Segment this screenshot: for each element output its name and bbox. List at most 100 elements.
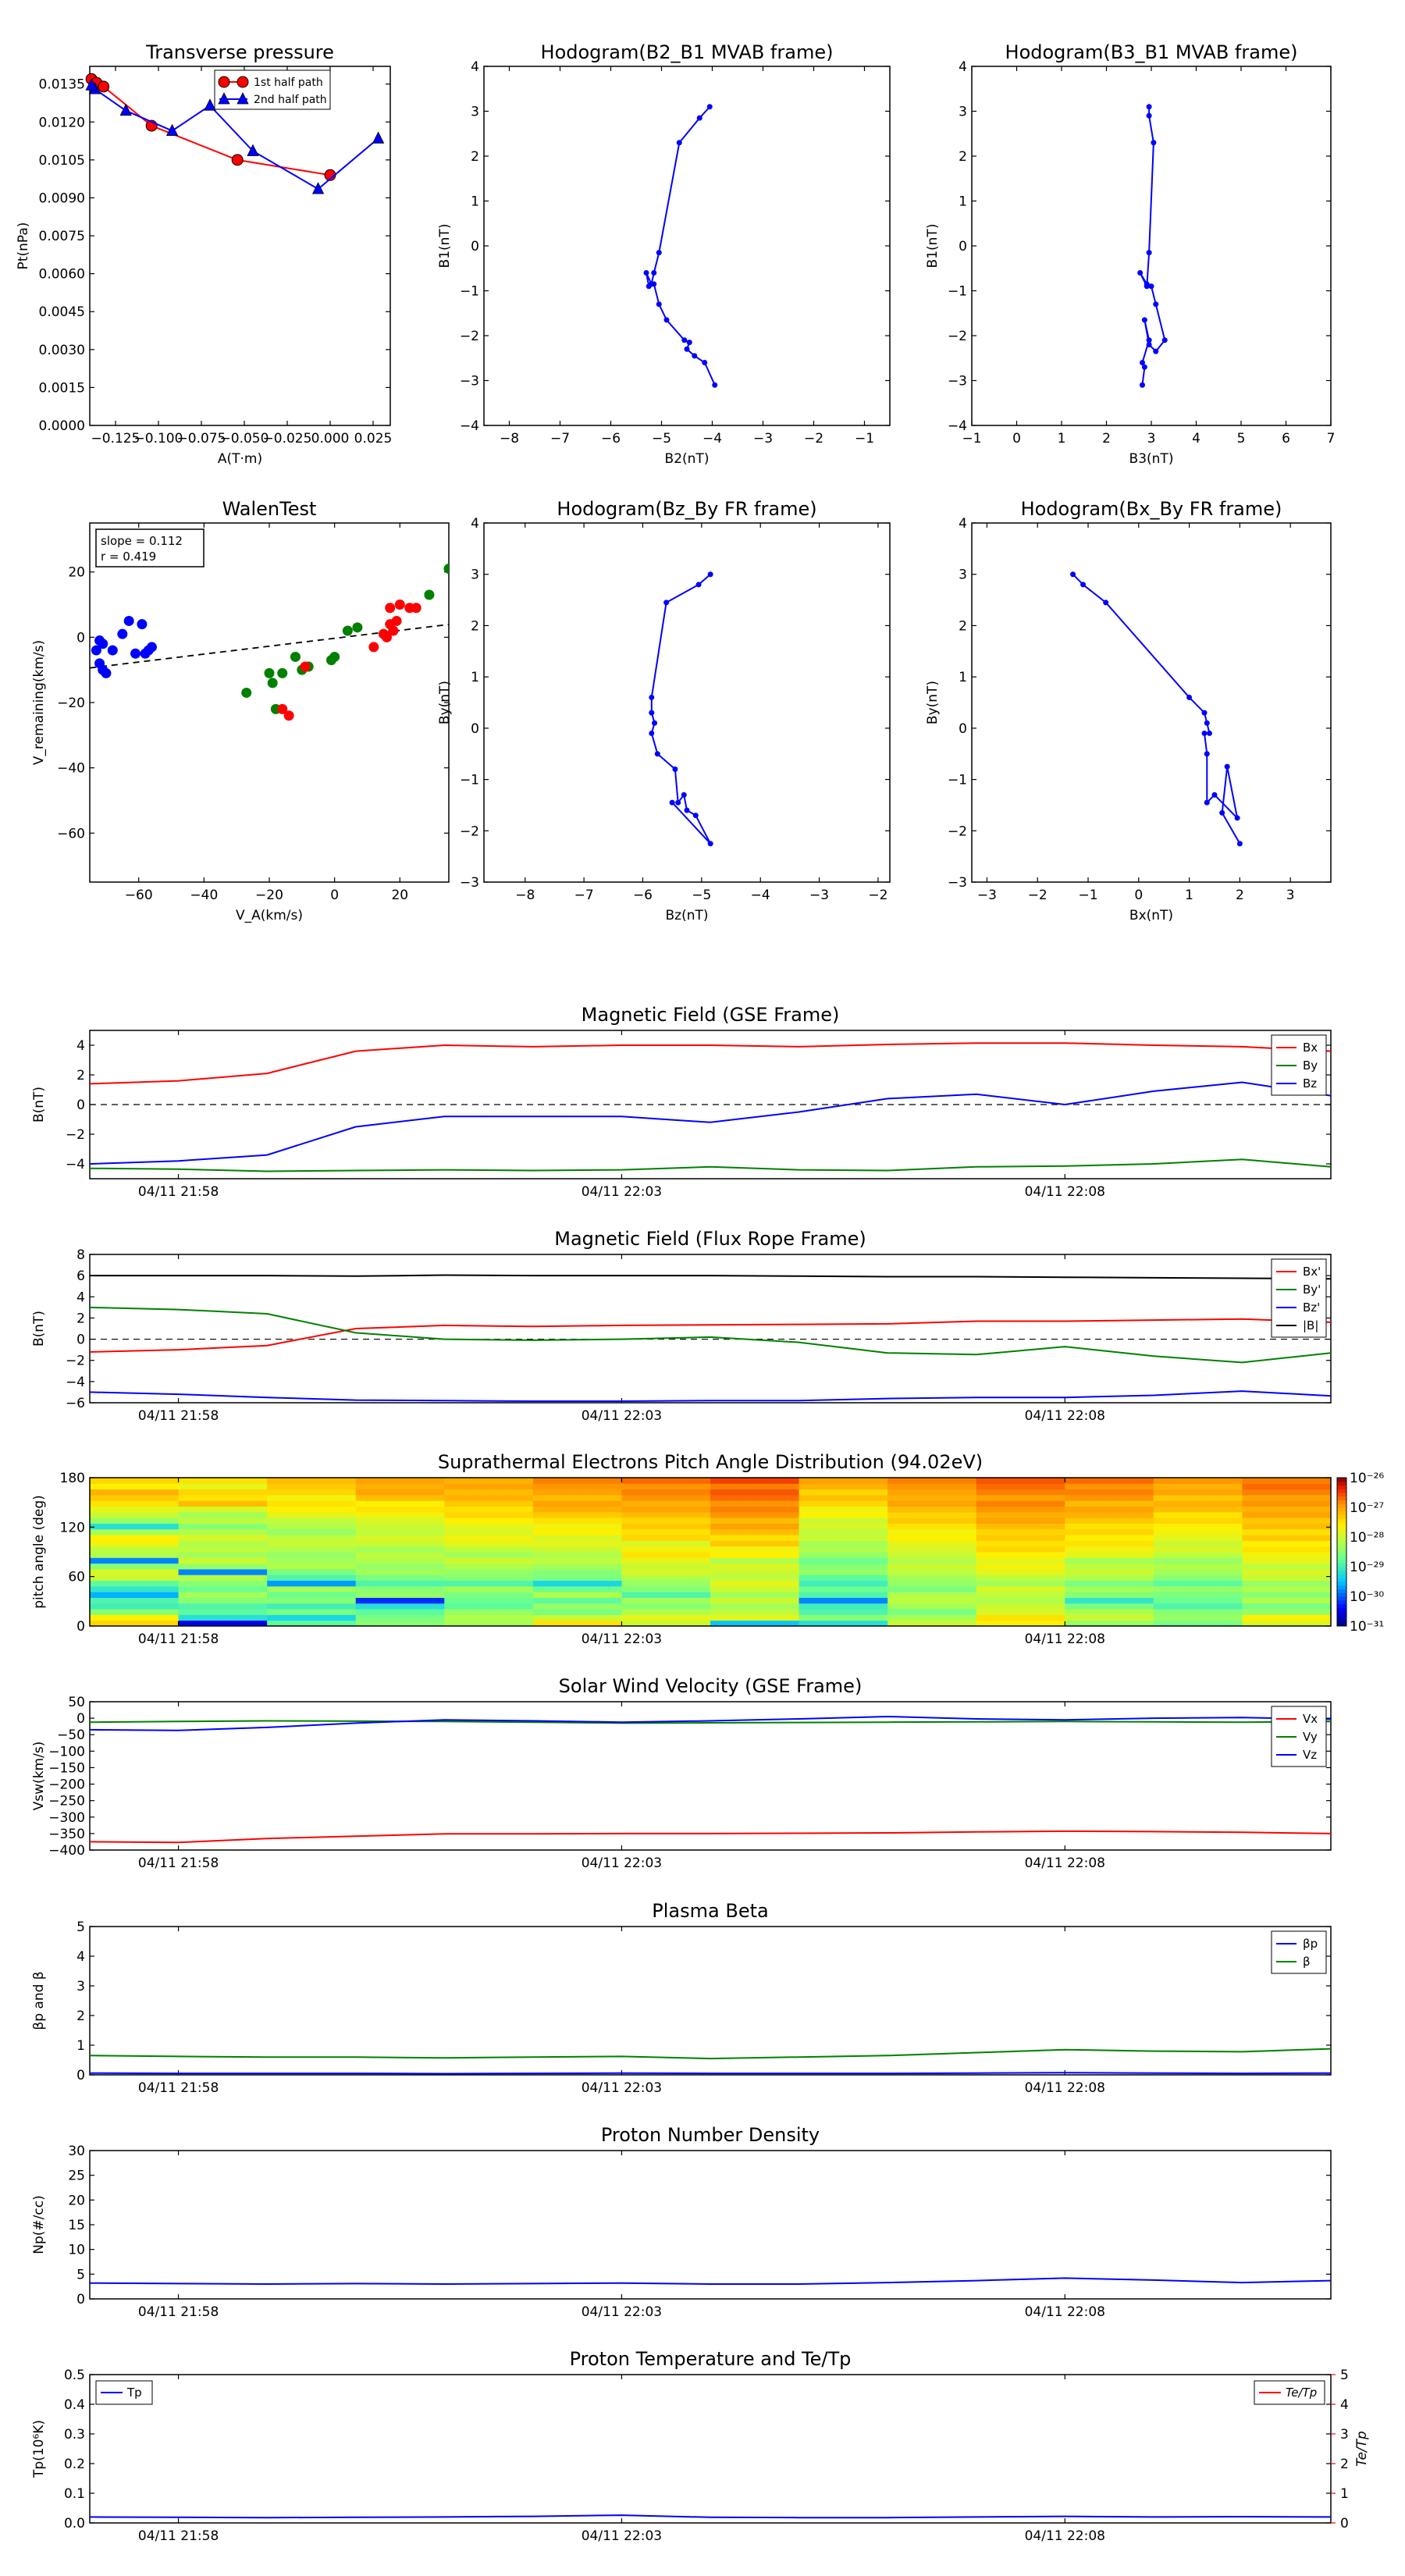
magFR-ytick-label: 2 <box>76 1311 85 1326</box>
h4-series-point <box>1080 582 1087 588</box>
pad-colorbar-segment <box>1337 1559 1346 1564</box>
np-ytick-label: 30 <box>68 2144 85 2159</box>
pad-cell <box>976 1540 1065 1547</box>
pad-cell <box>355 1478 445 1484</box>
pad-cell <box>1242 1614 1332 1621</box>
walen-scatter-point <box>137 619 148 630</box>
magGSE-ytick-label: 2 <box>76 1068 85 1083</box>
magFR-ytick-label: −4 <box>66 1375 85 1390</box>
magFR-Bx'-line <box>90 1318 1331 1353</box>
h2-xtick-label: 2 <box>1102 431 1111 447</box>
pad-xtick-label: 04/11 21:58 <box>138 1631 219 1647</box>
pad-cell <box>90 1500 180 1507</box>
pad-cell <box>267 1580 357 1587</box>
np-ytick-label: 15 <box>68 2218 85 2233</box>
pad-cell <box>1065 1557 1154 1564</box>
magGSE-ylabel: B(nT) <box>31 1087 47 1123</box>
pad-cell <box>267 1574 357 1582</box>
pad-cell <box>355 1546 445 1553</box>
pad-cell <box>444 1603 534 1610</box>
pad-cell <box>799 1506 888 1513</box>
h2-ytick-label: 3 <box>959 105 967 120</box>
pad-colorbar-segment <box>1337 1585 1346 1589</box>
pad-cell <box>532 1546 622 1553</box>
pad-cell <box>1065 1546 1154 1553</box>
walen-xtick-label: 20 <box>391 888 408 903</box>
pad-colorbar-label: 10⁻²⁷ <box>1350 1500 1384 1516</box>
pad-cell <box>178 1603 268 1610</box>
pad-cell <box>621 1494 711 1501</box>
pad-cell <box>799 1580 888 1587</box>
h3-series-point <box>681 792 687 798</box>
h2-series-point <box>1146 250 1152 256</box>
pad-cell <box>710 1574 800 1582</box>
transverse-xtick-label: −0.125 <box>91 431 140 447</box>
pad-cell <box>976 1557 1065 1564</box>
pad-cell <box>178 1523 268 1530</box>
pad-cell <box>1153 1506 1243 1513</box>
pad-cell <box>355 1597 445 1604</box>
vel-legend-label: Vz <box>1303 1748 1317 1762</box>
pad-cell <box>532 1483 622 1490</box>
pad-cell <box>976 1603 1065 1610</box>
pad-cell <box>887 1585 977 1592</box>
transverse-title: Transverse pressure <box>145 41 334 63</box>
pad-cell <box>444 1580 534 1587</box>
magGSE-ytick-label: −4 <box>66 1157 85 1172</box>
pad-cell <box>976 1546 1065 1553</box>
walen-scatter-point <box>94 635 105 646</box>
pad-cell <box>799 1568 888 1575</box>
beta-xtick-label: 04/11 22:08 <box>1025 2080 1105 2096</box>
pad-cell <box>532 1592 622 1598</box>
h1-ytick-label: −3 <box>460 374 479 390</box>
h4-xlabel: Bx(nT) <box>1129 908 1173 923</box>
pad-cell <box>621 1511 711 1518</box>
np-ytick-label: 25 <box>68 2169 85 2184</box>
pad-cell <box>710 1568 800 1575</box>
h3-xtick-label: −3 <box>809 888 829 903</box>
h4-xtick-label: −3 <box>977 888 997 903</box>
pad-cell <box>976 1580 1065 1587</box>
pad-cell <box>1065 1614 1154 1621</box>
pad-cell <box>532 1568 622 1575</box>
h2-xtick-label: 4 <box>1192 431 1200 447</box>
h1-series-point <box>656 250 662 256</box>
h1-series-point <box>651 270 657 276</box>
pad-cell <box>444 1478 534 1484</box>
walen-ytick-label: −60 <box>57 826 85 841</box>
pad-cell <box>90 1540 180 1547</box>
pad-cell <box>1242 1478 1332 1484</box>
pad-cell <box>178 1580 268 1587</box>
h3-xtick-label: −4 <box>751 888 770 903</box>
transverse-legend-label: 2nd half path <box>254 94 327 106</box>
pad-cell <box>532 1523 622 1530</box>
pad-cell <box>976 1552 1065 1558</box>
pad-cell <box>799 1557 888 1564</box>
pad-cell <box>976 1574 1065 1582</box>
pad-cell <box>90 1506 180 1513</box>
pad-cell <box>1242 1580 1332 1587</box>
pad-cell <box>355 1500 445 1507</box>
pad-cell <box>887 1563 977 1570</box>
pad-cell <box>1153 1546 1243 1553</box>
pad-cell <box>1242 1528 1332 1535</box>
h1-series-point <box>696 115 702 121</box>
h3-series-point <box>672 766 678 772</box>
pad-colorbar-segment <box>1337 1614 1346 1619</box>
pad-cell <box>710 1603 800 1610</box>
transverse-ytick-label: 0.0045 <box>39 304 85 320</box>
temp-frame <box>89 2374 1332 2524</box>
pad-cell <box>799 1494 888 1501</box>
pad-cell <box>710 1557 800 1564</box>
pad-cell <box>887 1580 977 1587</box>
pad-cell <box>1242 1535 1332 1541</box>
pad-cell <box>621 1609 711 1615</box>
magGSE-legend-label: Bz <box>1303 1076 1317 1091</box>
pad-cell <box>267 1592 357 1598</box>
vel-ytick-label: −100 <box>48 1744 85 1759</box>
pad-cell <box>976 1592 1065 1598</box>
pad-colorbar-segment <box>1337 1567 1346 1571</box>
panel-walen-test: −60 −40 −20 0 20 −60 −40 −20 0 20 WalenTest V_A(km/… <box>31 498 450 923</box>
pad-cell <box>267 1511 357 1518</box>
temp-legend-label: Te/Tp <box>1286 2386 1317 2400</box>
